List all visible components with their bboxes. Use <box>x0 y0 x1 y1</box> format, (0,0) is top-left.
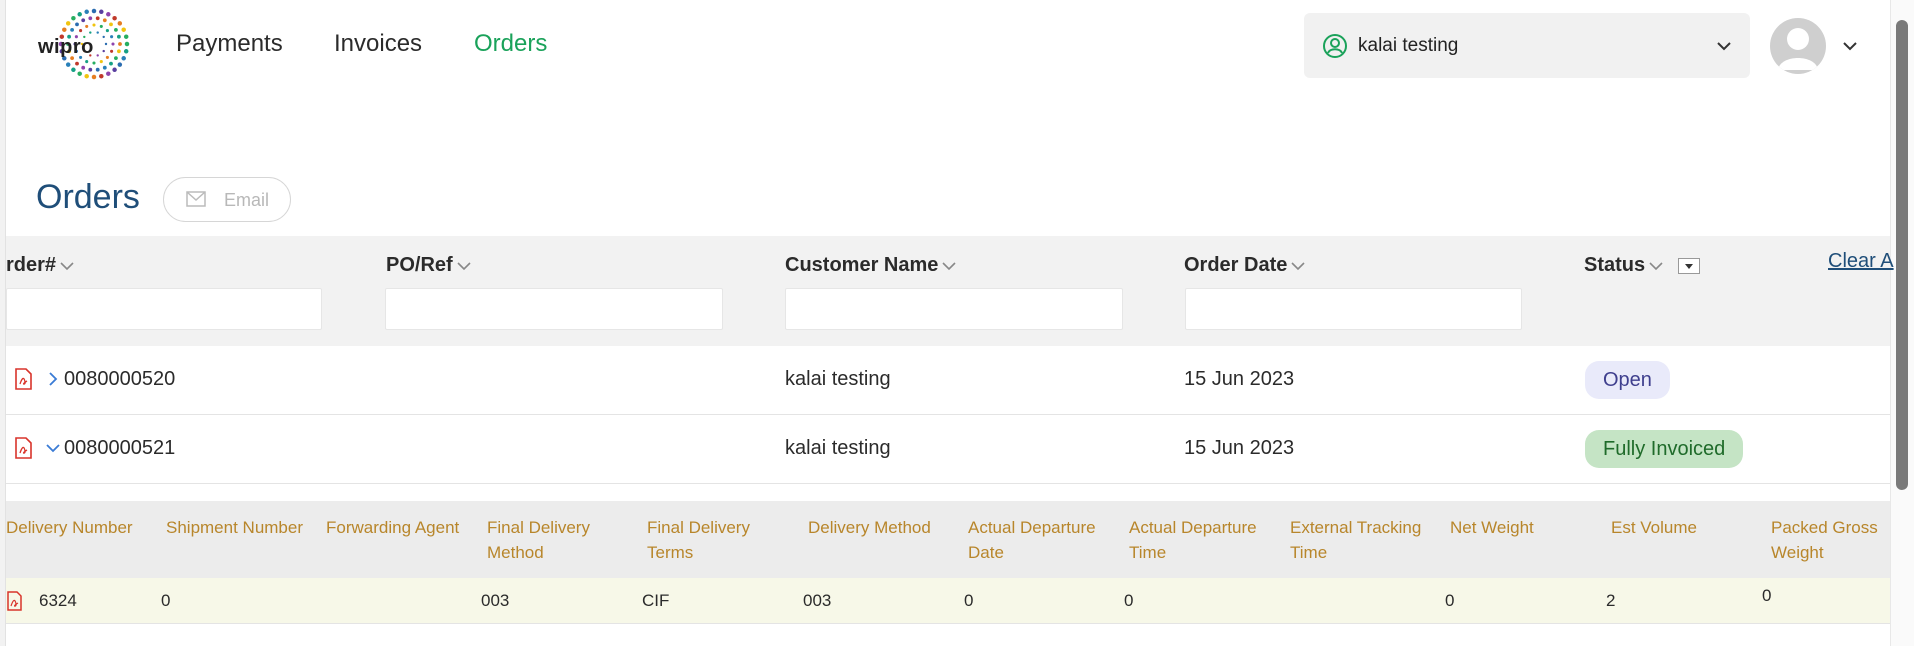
page-title: Orders <box>36 178 140 216</box>
table-header: rder# PO/Ref Customer Name Order Date St… <box>6 236 1894 346</box>
order-date: 15 Jun 2023 <box>1184 368 1295 390</box>
delivery-col-shipment-number: Shipment Number <box>166 518 304 537</box>
chevron-down-icon <box>1717 42 1731 51</box>
delivery-col-est-volume: Est Volume <box>1611 518 1697 537</box>
email-button[interactable]: Email <box>163 177 291 222</box>
status-badge: Fully Invoiced <box>1585 430 1744 468</box>
account-selector[interactable]: kalai testing <box>1304 13 1750 78</box>
shipment-number: 0 <box>161 591 171 610</box>
order-date: 15 Jun 2023 <box>1184 437 1295 459</box>
sort-chevron-icon <box>1291 262 1305 270</box>
delivery-method: 003 <box>803 591 832 610</box>
actual-departure-time: 0 <box>1124 591 1134 610</box>
user-avatar-icon <box>1778 28 1818 70</box>
est-volume: 2 <box>1606 591 1616 610</box>
nav-invoices[interactable]: Invoices <box>334 30 422 58</box>
column-customer-name[interactable]: Customer Name <box>785 254 956 277</box>
packed-gross-weight: 0 <box>1762 586 1772 605</box>
delivery-col-actual-departure-date: Actual Departure Date <box>968 518 1096 562</box>
status-filter-dropdown[interactable] <box>1678 258 1700 274</box>
delivery-col-delivery-method: Delivery Method <box>808 518 931 537</box>
sort-chevron-icon <box>457 262 471 270</box>
clear-all-link[interactable]: Clear A <box>1828 250 1894 273</box>
delivery-col-final-delivery-method: Final Delivery Method <box>487 518 590 562</box>
table-row[interactable]: 0080000520 kalai testing 15 Jun 2023 Ope… <box>6 346 1890 415</box>
column-status[interactable]: Status <box>1584 254 1663 277</box>
customer-name: kalai testing <box>785 437 891 459</box>
order-number[interactable]: 0080000520 <box>64 368 175 391</box>
account-name: kalai testing <box>1358 35 1459 56</box>
email-button-label: Email <box>224 190 270 210</box>
column-order-date[interactable]: Order Date <box>1184 254 1305 277</box>
caret-down-icon <box>1685 264 1693 269</box>
delivery-col-final-delivery-terms: Final Delivery Terms <box>647 518 750 562</box>
final-delivery-terms: CIF <box>642 591 670 610</box>
column-po-ref[interactable]: PO/Ref <box>386 254 471 277</box>
net-weight: 0 <box>1445 591 1455 610</box>
delivery-number[interactable]: 6324 <box>39 591 77 611</box>
table-row[interactable]: 0080000521 kalai testing 15 Jun 2023 Ful… <box>6 415 1890 484</box>
nav-orders[interactable]: Orders <box>474 30 547 58</box>
avatar-chevron-down-icon[interactable] <box>1842 40 1858 52</box>
column-order-number[interactable]: rder# <box>6 254 74 277</box>
user-circle-icon <box>1323 34 1347 58</box>
mail-icon <box>186 191 206 207</box>
delivery-row[interactable]: 6324 0 003 CIF 003 0 0 0 2 0 <box>6 578 1890 624</box>
delivery-col-actual-departure-time: Actual Departure Time <box>1129 518 1257 562</box>
nav-payments[interactable]: Payments <box>176 30 283 58</box>
customer-name: kalai testing <box>785 368 891 390</box>
delivery-col-external-tracking-time: External Tracking Time <box>1290 518 1422 562</box>
order-date-filter-input[interactable] <box>1185 288 1522 330</box>
sort-chevron-icon <box>942 262 956 270</box>
delivery-col-net-weight: Net Weight <box>1450 518 1534 537</box>
chevron-down-icon[interactable] <box>46 441 60 455</box>
order-number[interactable]: 0080000521 <box>64 437 175 460</box>
logo-text: wipro <box>38 36 94 58</box>
delivery-col-forwarding-agent: Forwarding Agent <box>326 518 460 537</box>
pdf-icon[interactable] <box>14 368 32 390</box>
customer-name-filter-input[interactable] <box>785 288 1123 330</box>
order-number-filter-input[interactable] <box>6 288 322 330</box>
po-ref-filter-input[interactable] <box>385 288 723 330</box>
delivery-col-packed-gross-weight: Packed Gross Weight <box>1771 518 1878 562</box>
user-avatar[interactable] <box>1770 18 1826 74</box>
actual-departure-date: 0 <box>964 591 974 610</box>
status-badge: Open <box>1585 361 1670 399</box>
delivery-table-header: Delivery Number Shipment Number Forwardi… <box>6 501 1890 578</box>
pdf-icon[interactable] <box>14 437 32 459</box>
scrollbar-thumb[interactable] <box>1896 20 1908 490</box>
chevron-right-icon[interactable] <box>46 372 60 386</box>
final-delivery-method: 003 <box>481 591 510 610</box>
sort-chevron-icon <box>1649 262 1663 270</box>
pdf-icon[interactable] <box>6 591 22 611</box>
delivery-col-delivery-number: Delivery Number <box>6 518 133 537</box>
sort-chevron-icon <box>60 262 74 270</box>
